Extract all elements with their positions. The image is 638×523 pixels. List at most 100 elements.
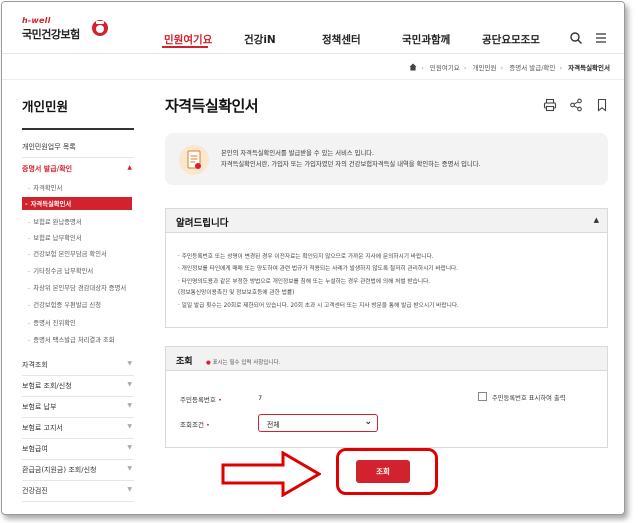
sidebar-title: 개인민원 (22, 99, 69, 114)
sidebar-item-benefits[interactable]: 보험급여 ▼ (22, 444, 134, 460)
nav-item-corp[interactable]: 공단요모조모 (482, 32, 540, 47)
breadcrumb-item[interactable]: 민원여기요 (430, 64, 460, 72)
sidebar-item-qualification[interactable]: 자격조회 ▼ (22, 360, 134, 376)
collapse-toggle-icon[interactable]: ▲ (594, 216, 599, 224)
search-form: 조회 ● 표시는 필수 입력 사항입니다. 주민등록번호 • 7 주민등록번호 … (165, 346, 608, 448)
sidebar-item-label: 개인민원업무 목록 (22, 143, 76, 151)
browser-frame: h-well 국민건강보험 민원여기요 건강iN 정책센터 국민과함께 공단요모… (1, 1, 625, 515)
required-marker: • (206, 421, 210, 429)
notice-title: 알려드립니다 (176, 218, 229, 229)
rrn-label: 주민등록번호 • (180, 394, 222, 404)
sidebar-item-label: 보험료 납부 (22, 403, 57, 411)
breadcrumb: › 민원여기요 › 개인민원 › 증명서 발급/확인 › 자격득실확인서 (409, 62, 610, 72)
nav-item-together[interactable]: 국민과함께 (402, 32, 450, 47)
nav-item-health-in[interactable]: 건강iN (244, 32, 276, 47)
nav-active-underline (162, 46, 208, 48)
sidebar-sub-item[interactable]: 건강보험 본인부담금 확인서 (28, 249, 134, 258)
page-title: 자격득실확인서 (165, 97, 259, 115)
sidebar-item-refund[interactable]: 환급금(지원금) 조회/신청 ▼ (22, 465, 134, 481)
chevron-down-icon: ▼ (127, 444, 132, 451)
share-icon[interactable] (569, 98, 583, 112)
search-icon[interactable] (569, 31, 583, 45)
notice-item: (정보통신망이용촉진 및 정보보호등에 관한 법률) (178, 290, 295, 296)
sidebar-divider (22, 128, 134, 130)
notice-item: · 개인정보를 타인에게 매매 또는 양도하여 관련 법규가 적용되는 사례가 … (178, 266, 459, 272)
sidebar-item-list[interactable]: 개인민원업무 목록 (22, 142, 134, 158)
sidebar-sub-item[interactable]: 보험료 완납증명서 (28, 217, 134, 226)
breadcrumb-sep: › (463, 64, 467, 72)
home-icon[interactable] (409, 63, 417, 71)
sidebar-sub-item[interactable]: 건강보험증 우편발급 신청 (28, 300, 134, 309)
intro-text-line1: 본인의 자격득실확인서를 발급받을 수 있는 서비스 입니다. (221, 150, 375, 157)
chevron-down-icon: ⌄ (364, 417, 372, 427)
sidebar-sub-item[interactable]: 증명서 진위확인 (28, 318, 134, 327)
sidebar-item-label: 건강검진 (22, 487, 48, 495)
required-note-text: 표시는 필수 입력 사항입니다. (212, 360, 281, 366)
sidebar-item-premium-inquiry[interactable]: 보험료 조회/신청 ▼ (22, 381, 134, 397)
search-title: 조회 (176, 357, 193, 367)
condition-label: 조회조건 • (180, 419, 210, 429)
document-icon (179, 145, 209, 175)
breadcrumb-item[interactable]: 개인민원 (473, 64, 497, 72)
sidebar-sub-item[interactable]: 증명서 팩스발급 처리결과 조회 (28, 335, 134, 344)
sidebar-item-label: 증명서 발급/확인 (22, 165, 73, 173)
chevron-down-icon: ▼ (127, 423, 132, 430)
chevron-up-icon: ▲ (127, 164, 132, 171)
notice-item: · 주민등록번호 또는 성명이 변경된 경우 이전자료는 확인되지 않으므로 가… (178, 254, 434, 260)
document-icon-graphic (187, 150, 201, 169)
condition-select[interactable]: 전체 ⌄ (258, 414, 378, 432)
chevron-down-icon: ▼ (127, 465, 132, 472)
rrn-value: 7 (258, 394, 263, 402)
chevron-down-icon: ▼ (127, 486, 132, 493)
sidebar-item-label: 보험료 조회/신청 (22, 382, 72, 390)
nav-item-minwon[interactable]: 민원여기요 (164, 32, 212, 47)
notice-item: · 타인명의도용과 같은 부정한 방법으로 개인정보를 침해 또는 누설하는 경… (178, 279, 431, 285)
condition-label-text: 조회조건 (180, 421, 204, 429)
chevron-down-icon: ▼ (127, 402, 132, 409)
sidebar-sub-item[interactable]: 차상위 본인부담 경감대상자 증명서 (28, 283, 134, 292)
breadcrumb-sep: › (559, 64, 563, 72)
sidebar-item-label: 자격조회 (22, 361, 48, 369)
required-note: ● 표시는 필수 입력 사항입니다. (206, 358, 280, 366)
nhis-logo[interactable]: h-well 국민건강보험 (22, 16, 112, 48)
breadcrumb-sep: › (500, 64, 504, 72)
intro-text-line2: 자격득실확인서란, 가입자 또는 가입자였던 자의 건강보험자격득실 내역을 확… (221, 161, 481, 168)
sidebar-sub-item[interactable]: 자격확인서 (28, 183, 134, 192)
sidebar-item-label: 보험료 고지서 (22, 424, 63, 432)
logo-main-text: 국민건강보험 (22, 28, 80, 41)
sidebar-item-label: 환급금(지원금) 조회/신청 (22, 466, 97, 474)
service-intro-box: 본인의 자격득실확인서를 발급받을 수 있는 서비스 입니다. 자격득실확인서란… (165, 133, 608, 185)
sidebar-item-label: 보험급여 (22, 445, 48, 453)
logo-sub-text: h-well (22, 16, 51, 25)
nav-item-policy[interactable]: 정책센터 (322, 32, 361, 47)
condition-select-value: 전체 (267, 421, 280, 429)
breadcrumb-bar: › 민원여기요 › 개인민원 › 증명서 발급/확인 › 자격득실확인서 (2, 54, 624, 80)
notice-panel: 알려드립니다 ▲ · 주민등록번호 또는 성명이 변경된 경우 이전자료는 확인… (165, 208, 608, 328)
rrn-label-text: 주민등록번호 (180, 396, 216, 404)
search-submit-button[interactable]: 조회 (356, 460, 410, 483)
sidebar-sub-item-active[interactable]: 자격득실확인서 (22, 197, 132, 210)
required-marker: • (217, 396, 222, 404)
rrn-display-checkbox[interactable] (478, 392, 487, 401)
search-header: 조회 ● 표시는 필수 입력 사항입니다. (166, 347, 607, 371)
notice-header[interactable]: 알려드립니다 ▲ (166, 209, 607, 233)
print-icon[interactable] (543, 98, 557, 112)
sidebar-item-premium-payment[interactable]: 보험료 납부 ▼ (22, 402, 134, 418)
sidebar-sub-item[interactable]: 보험료 납부확인서 (28, 233, 134, 242)
rrn-display-label[interactable]: 주민등록번호 표시하여 출력 (492, 393, 566, 402)
annotation-arrow-icon (221, 451, 321, 497)
breadcrumb-current: 자격득실확인서 (568, 64, 610, 72)
sidebar-item-premium-bill[interactable]: 보험료 고지서 ▼ (22, 423, 134, 439)
site-header: h-well 국민건강보험 민원여기요 건강iN 정책센터 국민과함께 공단요모… (2, 2, 624, 54)
notice-item: · 일일 발급 횟수는 20회로 제한되어 있습니다. 20회 초과 시 고객센… (178, 303, 459, 309)
breadcrumb-item[interactable]: 증명서 발급/확인 (509, 64, 555, 72)
logo-mark-icon (92, 20, 108, 36)
sidebar-item-checkup[interactable]: 건강검진 ▼ (22, 486, 134, 502)
breadcrumb-sep: › (421, 64, 424, 72)
chevron-down-icon: ▼ (127, 381, 132, 388)
sidebar-item-certificate[interactable]: 증명서 발급/확인 ▲ (22, 164, 134, 174)
bookmark-icon[interactable] (595, 98, 609, 112)
sidebar-sub-item[interactable]: 기타징수금 납부확인서 (28, 266, 134, 275)
menu-icon[interactable] (594, 31, 608, 45)
chevron-down-icon: ▼ (127, 360, 132, 367)
